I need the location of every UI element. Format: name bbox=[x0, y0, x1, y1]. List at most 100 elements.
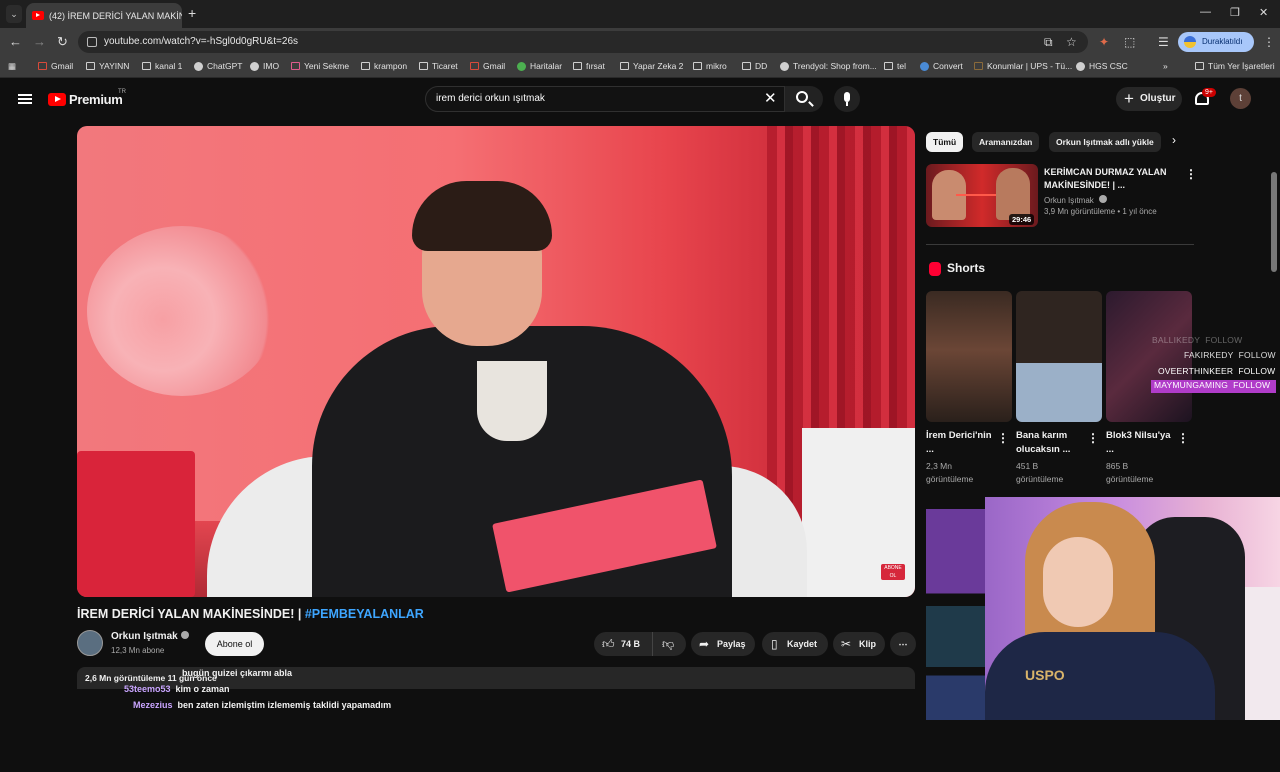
apps-grid-icon[interactable]: ▦ bbox=[8, 61, 16, 72]
bookmark-folder[interactable]: tel bbox=[884, 61, 906, 71]
search-icon bbox=[796, 91, 808, 103]
more-options-icon[interactable]: ⋮ bbox=[997, 431, 1009, 445]
bookmark-item[interactable]: Haritalar bbox=[517, 61, 562, 71]
short-title[interactable]: İrem Derici'nin ... bbox=[926, 429, 1000, 457]
logo-text[interactable]: Premium bbox=[69, 92, 123, 107]
short-views-label: görüntüleme bbox=[926, 474, 974, 484]
video-hashtag[interactable]: #PEMBEYALANLAR bbox=[305, 607, 424, 621]
save-button[interactable]: ▯ Kaydet bbox=[762, 632, 828, 656]
bookmark-folder[interactable]: mikro bbox=[693, 61, 727, 71]
maximize-icon[interactable]: ❐ bbox=[1230, 6, 1240, 19]
more-actions-icon[interactable]: ⋯ bbox=[890, 632, 916, 656]
search-input[interactable]: irem derici orkun ışıtmak bbox=[425, 86, 785, 112]
thumbs-up-icon: 👍︎ bbox=[602, 637, 615, 651]
gmail-icon bbox=[470, 62, 479, 70]
bookmark-item[interactable]: Trendyol: Shop from... bbox=[780, 61, 877, 71]
new-tab-icon[interactable]: + bbox=[188, 5, 196, 21]
tab-search-menu-icon[interactable]: ⌄ bbox=[6, 5, 22, 23]
plus-icon: + bbox=[1124, 89, 1134, 108]
subscribe-button[interactable]: Abone ol bbox=[205, 632, 264, 656]
search-button[interactable] bbox=[785, 86, 823, 112]
back-icon[interactable]: ← bbox=[9, 34, 22, 49]
clip-button[interactable]: ✂ Klip bbox=[833, 632, 885, 656]
site-info-icon[interactable] bbox=[87, 37, 97, 47]
related-channel-text: Orkun Işıtmak bbox=[1044, 196, 1094, 205]
follow-alert: FAKIRKEDY FOLLOW bbox=[1184, 350, 1276, 360]
bookmark-label: kanal 1 bbox=[155, 61, 183, 71]
bookmark-item[interactable]: Gmail bbox=[470, 61, 505, 71]
bookmark-folder[interactable]: DD bbox=[742, 61, 767, 71]
short-thumbnail[interactable] bbox=[926, 291, 1012, 422]
forward-icon[interactable]: → bbox=[33, 34, 46, 49]
reading-list-icon[interactable]: ☰ bbox=[1158, 35, 1169, 49]
follow-label: FOLLOW bbox=[1238, 366, 1276, 376]
short-title[interactable]: Bana karım olucaksın ... bbox=[1016, 429, 1090, 457]
bookmark-item[interactable]: Konumlar | UPS - Tü... bbox=[974, 61, 1072, 71]
convert-icon bbox=[920, 61, 929, 71]
chip-all[interactable]: Tümü bbox=[926, 132, 964, 152]
trendyol-icon bbox=[780, 61, 789, 71]
bookmark-star-icon[interactable]: ☆ bbox=[1066, 35, 1077, 49]
folder-icon bbox=[884, 62, 893, 70]
avatar[interactable]: t bbox=[1230, 88, 1251, 109]
short-thumbnail[interactable] bbox=[1106, 291, 1192, 422]
like-button[interactable]: 👍︎ 74 B bbox=[594, 632, 652, 656]
all-bookmarks-folder[interactable]: Tüm Yer İşaretleri bbox=[1195, 61, 1275, 71]
extensions-puzzle-icon[interactable]: ⬚ bbox=[1124, 35, 1135, 49]
bookmark-item[interactable]: Yeni Sekme bbox=[291, 61, 349, 71]
more-options-icon[interactable]: ⋮ bbox=[1185, 167, 1197, 181]
minimize-icon[interactable]: — bbox=[1200, 6, 1211, 18]
create-button[interactable]: + Oluştur bbox=[1116, 87, 1182, 111]
address-bar[interactable]: youtube.com/watch?v=-hSgl0d0gRU&t=26s bbox=[78, 31, 1088, 53]
youtube-logo-icon[interactable] bbox=[48, 93, 66, 106]
channel-name[interactable]: Orkun Işıtmak bbox=[111, 631, 189, 642]
dislike-button[interactable]: 👎︎ bbox=[652, 632, 686, 656]
bookmark-folder[interactable]: kanal 1 bbox=[142, 61, 182, 71]
short-title[interactable]: Blok3 Nilsu'ya ... bbox=[1106, 429, 1180, 457]
bookmark-folder[interactable]: YAYINN bbox=[86, 61, 129, 71]
bookmark-item[interactable]: Convert bbox=[920, 61, 963, 71]
related-video-channel[interactable]: Orkun Işıtmak bbox=[1044, 195, 1108, 205]
browser-tab[interactable]: (42) İREM DERİCİ YALAN MAKİN ✕ bbox=[26, 3, 182, 28]
bookmark-label: Yapar Zeka 2 bbox=[633, 61, 684, 71]
chat-message: Mezezius ben zaten izlemiştim izlememiş t… bbox=[133, 700, 391, 710]
browser-menu-icon[interactable]: ⋮ bbox=[1263, 35, 1275, 49]
voice-search-icon[interactable] bbox=[834, 86, 860, 112]
verified-icon bbox=[180, 631, 189, 639]
bookmark-folder[interactable]: fırsat bbox=[573, 61, 605, 71]
chat-text: kim o zaman bbox=[175, 684, 230, 694]
install-icon[interactable]: ⧉ bbox=[1044, 35, 1053, 50]
bookmark-item[interactable]: HGS CSC bbox=[1076, 61, 1128, 71]
menu-icon[interactable] bbox=[18, 94, 32, 104]
bookmark-item[interactable]: ChatGPT bbox=[194, 61, 242, 71]
ups-icon bbox=[974, 62, 983, 70]
bookmark-folder[interactable]: Ticaret bbox=[419, 61, 458, 71]
video-player[interactable]: ABONE OL bbox=[77, 126, 915, 597]
short-views: 2,3 Mn görüntüleme bbox=[926, 460, 973, 486]
bookmark-item[interactable]: Gmail bbox=[38, 61, 73, 71]
window-close-icon[interactable]: ✕ bbox=[1259, 6, 1268, 19]
bookmark-label: Convert bbox=[933, 61, 963, 71]
share-button[interactable]: ➦ Paylaş bbox=[691, 632, 755, 656]
chip-from-search[interactable]: Aramanızdan bbox=[972, 132, 1040, 152]
profile-status-label: Duraklatıldı bbox=[1202, 37, 1243, 46]
bookmark-item[interactable]: IMO bbox=[250, 61, 279, 71]
profile-button[interactable]: Duraklatıldı bbox=[1178, 32, 1254, 52]
clear-search-icon[interactable]: ✕ bbox=[764, 91, 777, 106]
more-options-icon[interactable]: ⋮ bbox=[1087, 431, 1099, 445]
bookmark-folder[interactable]: krampon bbox=[361, 61, 407, 71]
related-video-thumbnail[interactable] bbox=[926, 509, 986, 720]
chevron-right-icon[interactable]: › bbox=[1172, 133, 1176, 147]
follow-label: FOLLOW bbox=[1233, 380, 1271, 390]
extension-fox-icon[interactable]: ✦ bbox=[1099, 35, 1109, 49]
scrollbar-thumb[interactable] bbox=[1271, 172, 1277, 272]
reload-icon[interactable]: ↻ bbox=[57, 34, 68, 50]
bookmark-folder[interactable]: Yapar Zeka 2 bbox=[620, 61, 683, 71]
short-thumbnail[interactable] bbox=[1016, 291, 1102, 422]
related-video-title[interactable]: KERİMCAN DURMAZ YALAN MAKİNESİNDE! | ... bbox=[1044, 166, 1176, 192]
video-subscribe-watermark[interactable]: ABONE OL bbox=[881, 564, 905, 580]
bookmarks-overflow-icon[interactable]: » bbox=[1163, 61, 1168, 71]
channel-avatar[interactable] bbox=[77, 630, 103, 656]
chip-channel-uploads[interactable]: Orkun Işıtmak adlı yükle bbox=[1049, 132, 1161, 152]
more-options-icon[interactable]: ⋮ bbox=[1177, 431, 1189, 445]
